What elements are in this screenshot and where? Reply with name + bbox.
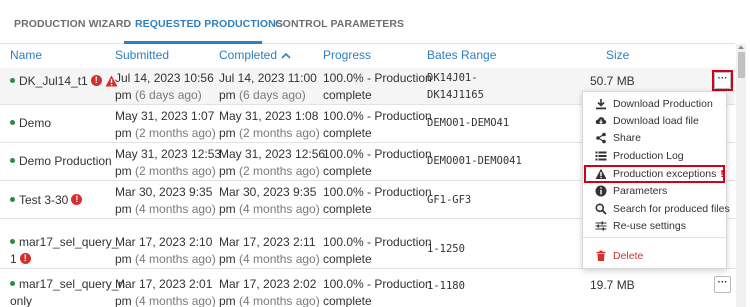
- status-dot-icon: [10, 78, 15, 84]
- status-dot-icon: [10, 197, 15, 203]
- column-header-submitted[interactable]: Submitted: [115, 48, 169, 62]
- row-actions-menu: Download Production Download load file S…: [582, 91, 730, 269]
- tab-production-wizard[interactable]: PRODUCTION WIZARD: [14, 18, 131, 30]
- bates-range-cell: DEMO01-DEMO41: [427, 117, 510, 129]
- row-name[interactable]: DK_Jul14_t1!: [10, 73, 118, 90]
- scroll-up-arrow-icon[interactable]: [737, 44, 745, 50]
- column-header-name[interactable]: Name: [10, 48, 42, 62]
- progress-cell: 100.0% - Production complete: [323, 109, 432, 140]
- sliders-icon: [595, 221, 607, 231]
- column-header-progress[interactable]: Progress: [323, 48, 371, 62]
- row-name[interactable]: mar17_sel_query_n only: [10, 276, 125, 307]
- table-row[interactable]: mar17_sel_query_n only Mar 17, 2023 2:01 p…: [0, 269, 735, 307]
- completed-cell: May 31, 2023 1:08 pm (2 months ago): [219, 109, 320, 140]
- warning-icon: [595, 168, 607, 179]
- cloud-download-icon: [595, 117, 607, 124]
- error-icon: !: [71, 194, 83, 206]
- row-name[interactable]: Demo Production: [10, 153, 112, 170]
- row-name[interactable]: mar17_sel_query_ 1!: [10, 234, 118, 268]
- tab-bar: PRODUCTION WIZARD REQUESTED PRODUCTIONS …: [0, 0, 735, 44]
- progress-cell: 100.0% - Production complete: [323, 185, 432, 216]
- menu-item-download-load-file[interactable]: Download load file: [583, 113, 726, 130]
- bates-range-cell: GF1-GF3: [427, 194, 472, 206]
- row-name[interactable]: Demo: [10, 115, 51, 132]
- production-exceptions-label: Production exceptions: [613, 168, 717, 180]
- submitted-cell: Jul 14, 2023 10:56 pm (6 days ago): [115, 71, 214, 102]
- share-icon: [596, 132, 606, 144]
- column-header-bates-range[interactable]: Bates Range: [427, 48, 496, 62]
- progress-cell: 100.0% - Production complete: [323, 235, 432, 266]
- status-dot-icon: [10, 120, 15, 126]
- list-icon: [595, 151, 607, 161]
- column-header-completed-label: Completed: [219, 48, 278, 62]
- bates-range-cell: DK14J01- DK14J1165: [427, 72, 484, 101]
- status-dot-icon: [10, 281, 15, 287]
- status-dot-icon: [10, 239, 15, 245]
- menu-item-download-production[interactable]: Download Production: [583, 96, 726, 113]
- menu-divider: [583, 237, 726, 238]
- sort-ascending-icon: [281, 48, 291, 62]
- submitted-cell: Mar 30, 2023 9:35 pm (4 months ago): [115, 185, 216, 216]
- tab-control-parameters[interactable]: CONTROL PARAMETERS: [275, 18, 404, 30]
- search-icon: [595, 203, 607, 215]
- active-tab-indicator: [124, 41, 262, 44]
- error-icon: !: [19, 253, 31, 265]
- error-icon: !: [90, 75, 102, 87]
- vertical-scrollbar[interactable]: [736, 44, 746, 307]
- menu-item-production-exceptions[interactable]: Production exceptions!: [583, 166, 726, 183]
- menu-item-parameters[interactable]: Parameters: [583, 183, 726, 200]
- menu-item-search-produced-files[interactable]: Search for produced files: [583, 201, 730, 218]
- trash-icon: [596, 250, 606, 261]
- progress-cell: 100.0% - Production complete: [323, 71, 432, 102]
- submitted-cell: Mar 17, 2023 2:10 pm (4 months ago): [115, 235, 216, 266]
- status-dot-icon: [10, 158, 15, 164]
- size-cell: 19.7 MB: [590, 278, 635, 292]
- download-icon: [596, 99, 606, 110]
- bates-range-cell: DEMO001-DEMO041: [427, 155, 522, 167]
- bates-range-cell: 1-1180: [427, 280, 465, 292]
- row-name-text: DK_Jul14_t1: [19, 74, 88, 88]
- completed-cell: Mar 30, 2023 9:35 pm (4 months ago): [219, 185, 320, 216]
- scrollbar-thumb[interactable]: [738, 52, 745, 78]
- menu-item-share[interactable]: Share: [583, 130, 726, 147]
- completed-cell: Mar 17, 2023 2:11 pm (4 months ago): [219, 235, 320, 266]
- progress-cell: 100.0% - Production complete: [323, 277, 432, 307]
- column-header-size[interactable]: Size: [606, 48, 629, 62]
- tab-requested-productions[interactable]: REQUESTED PRODUCTIONS: [135, 18, 283, 30]
- column-header-completed[interactable]: Completed: [219, 48, 291, 62]
- bates-range-cell: 1-1250: [427, 243, 465, 255]
- progress-cell: 100.0% - Production complete: [323, 147, 432, 178]
- menu-item-production-log[interactable]: Production Log: [583, 148, 726, 165]
- submitted-cell: May 31, 2023 12:53 pm (2 months ago): [115, 147, 222, 178]
- info-icon: [595, 185, 607, 197]
- submitted-cell: Mar 17, 2023 2:01 pm (4 months ago): [115, 277, 216, 307]
- submitted-cell: May 31, 2023 1:07 pm (2 months ago): [115, 109, 216, 140]
- menu-item-delete[interactable]: Delete: [583, 248, 726, 265]
- completed-cell: Jul 14, 2023 11:00 pm (6 days ago): [219, 71, 317, 102]
- completed-cell: May 31, 2023 12:56 pm (2 months ago): [219, 147, 326, 178]
- exclamation-icon: !: [720, 168, 724, 180]
- more-options-button[interactable]: ···: [714, 72, 731, 89]
- size-cell: 50.7 MB: [590, 74, 635, 88]
- menu-item-reuse-settings[interactable]: Re-use settings: [583, 218, 726, 235]
- row-name[interactable]: Test 3-30!: [10, 192, 83, 209]
- more-options-button[interactable]: ···: [714, 276, 731, 293]
- completed-cell: Mar 17, 2023 2:02 pm (4 months ago): [219, 277, 320, 307]
